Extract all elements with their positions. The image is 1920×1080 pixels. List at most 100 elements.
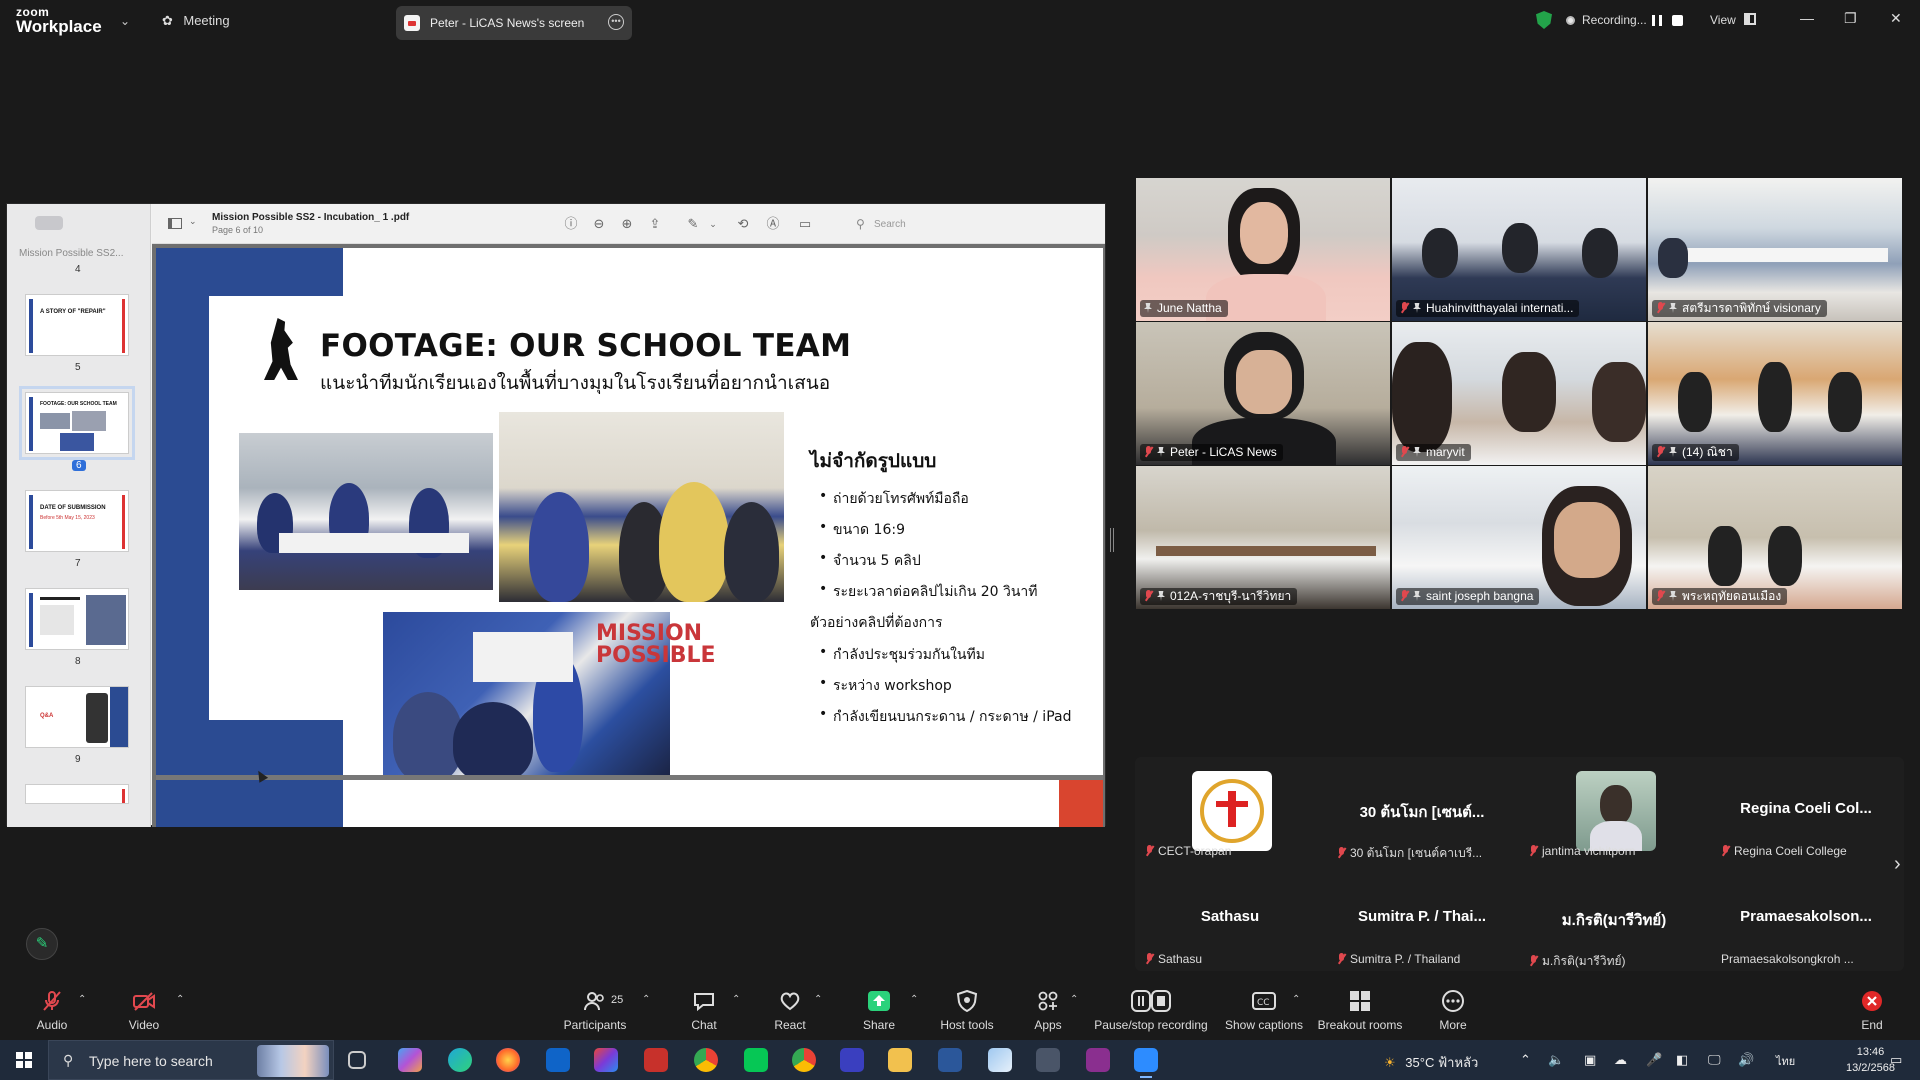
calculator-icon[interactable] <box>1036 1048 1060 1072</box>
word-icon[interactable] <box>938 1048 962 1072</box>
markup-pen-icon[interactable]: ✎ <box>684 215 702 233</box>
audio-options-caret[interactable]: ⌃ <box>72 980 96 1036</box>
form-icon[interactable]: ▭ <box>796 215 814 233</box>
rotate-icon[interactable]: ⟲ <box>734 215 752 233</box>
video-tile[interactable]: maryvit <box>1392 322 1646 465</box>
firefox-icon[interactable] <box>496 1048 520 1072</box>
video-tile[interactable]: saint joseph bangna <box>1392 466 1646 609</box>
video-tile[interactable]: June Nattha <box>1136 178 1390 321</box>
apps-options-caret[interactable]: ⌃ <box>1064 980 1088 1036</box>
sidebar-toggle-button[interactable] <box>35 216 63 230</box>
taskbar-search-input[interactable]: ⚲ Type here to search <box>48 1040 334 1080</box>
pdf-page-area[interactable]: FOOTAGE: OUR SCHOOL TEAM แนะนำทีมนักเรีย… <box>152 244 1105 827</box>
view-layout-icon[interactable] <box>1744 13 1756 25</box>
zoom-out-icon[interactable]: ⊖ <box>590 215 608 233</box>
stop-recording-icon[interactable] <box>1672 15 1683 26</box>
video-tile[interactable]: Huahinvitthayalai internati... <box>1392 178 1646 321</box>
notifications-icon[interactable]: ▭ <box>1890 1052 1902 1068</box>
page-thumbnail-10[interactable] <box>25 784 129 804</box>
search-highlight-art <box>257 1045 329 1077</box>
participant-tile[interactable]: jantima vichitporn <box>1519 757 1709 861</box>
edge-browser-icon[interactable] <box>448 1048 472 1072</box>
onedrive-icon[interactable]: ☁ <box>1614 1052 1627 1068</box>
chevron-down-icon[interactable]: ⌄ <box>704 215 722 233</box>
participants-button[interactable]: 25 Participants <box>545 980 645 1036</box>
breakout-rooms-button[interactable]: Breakout rooms <box>1310 980 1410 1036</box>
app-g-icon[interactable] <box>1086 1048 1110 1072</box>
mission-text-line2: POSSIBLE <box>596 643 716 668</box>
sidebar-doc-title: Mission Possible SS2... <box>19 248 124 259</box>
input-language[interactable]: ไทย <box>1776 1052 1795 1070</box>
pause-stop-recording-button[interactable]: Pause/stop recording <box>1089 980 1213 1036</box>
participant-tile[interactable]: ม.กิรติ(มารีวิทย์) ม.กิรติ(มารีวิทย์) <box>1519 865 1709 969</box>
video-tile[interactable]: สตรีมารดาพิทักษ์ visionary <box>1648 178 1902 321</box>
chevron-down-icon[interactable]: ⌄ <box>120 14 130 28</box>
meeting-controls: Audio ⌃ Video ⌃ 25 Participants ⌃ Chat ⌃… <box>0 980 1920 1036</box>
minimize-icon[interactable]: — <box>1800 10 1814 26</box>
copilot-icon[interactable] <box>398 1048 422 1072</box>
file-explorer-icon[interactable] <box>888 1048 912 1072</box>
chrome-icon[interactable] <box>694 1048 718 1072</box>
participant-tile[interactable]: Sumitra P. / Thai... Sumitra P. / Thaila… <box>1327 865 1517 969</box>
participant-tile[interactable]: Regina Coeli Col... Regina Coeli College <box>1711 757 1901 861</box>
participant-tile[interactable]: 30 ต้นโมก [เซนต์... 30 ต้นโมก [เซนต์คาเบ… <box>1327 757 1517 861</box>
volume-icon[interactable]: 🔈 <box>1548 1052 1564 1068</box>
end-meeting-button[interactable]: End <box>1822 980 1920 1036</box>
encryption-shield-icon[interactable] <box>1536 11 1552 29</box>
page-thumbnail-5[interactable]: A STORY OF "REPAIR" <box>25 294 129 356</box>
meeting-menu[interactable]: ✿ Meeting <box>162 12 230 30</box>
video-options-caret[interactable]: ⌃ <box>170 980 194 1036</box>
weather-widget[interactable]: ☀ 35°C ฟ้าหลัว <box>1384 1052 1478 1073</box>
line-app-icon[interactable] <box>744 1048 768 1072</box>
participant-tile[interactable]: Sathasu Sathasu <box>1135 865 1325 969</box>
share-icon[interactable]: ⇪ <box>646 215 664 233</box>
more-dots-icon <box>1442 990 1464 1012</box>
zoom-app-icon[interactable] <box>1134 1048 1158 1078</box>
pdf-search-input[interactable]: Search <box>852 214 1092 236</box>
notepad-icon[interactable] <box>988 1048 1012 1072</box>
chrome-profile-icon[interactable] <box>792 1048 816 1072</box>
resize-splitter[interactable] <box>1110 528 1114 552</box>
page-thumbnail-9[interactable]: Q&A <box>25 686 129 748</box>
microphone-tray-icon[interactable]: 🎤 <box>1646 1052 1662 1068</box>
windows-start-icon[interactable] <box>16 1052 32 1068</box>
speaker-icon[interactable]: 🔊 <box>1738 1052 1754 1068</box>
webex-icon[interactable] <box>840 1048 864 1072</box>
outlook-icon[interactable] <box>546 1048 570 1072</box>
chevron-down-icon[interactable]: ⌄ <box>189 216 197 227</box>
close-icon[interactable]: ✕ <box>1890 10 1902 27</box>
captions-options-caret[interactable]: ⌃ <box>1286 980 1310 1036</box>
participant-tile[interactable]: Pramaesakolson... Pramaesakolsongkroh ..… <box>1711 865 1901 969</box>
info-icon[interactable]: ⓘ <box>562 215 580 233</box>
screen-share-pill[interactable]: Peter - LiCAS News's screen ••• <box>396 6 632 40</box>
teams-tray-icon[interactable]: ▣ <box>1584 1052 1596 1068</box>
more-options-icon[interactable]: ••• <box>608 14 624 30</box>
thumb-text: FOOTAGE: OUR SCHOOL TEAM <box>40 401 117 407</box>
acrobat-icon[interactable] <box>644 1048 668 1072</box>
next-page-arrow-icon[interactable]: › <box>1894 853 1901 876</box>
system-clock[interactable]: 13:46 13/2/2568 <box>1846 1044 1895 1076</box>
tray-chevron-up-icon[interactable]: ⌃ <box>1520 1052 1531 1068</box>
security-tray-icon[interactable]: ◧ <box>1676 1052 1688 1068</box>
annotate-pencil-icon[interactable]: ✎ <box>26 928 58 960</box>
video-tile[interactable]: Peter - LiCAS News <box>1136 322 1390 465</box>
page-thumbnail-6[interactable]: FOOTAGE: OUR SCHOOL TEAM <box>19 386 135 460</box>
pdf-file-title: Mission Possible SS2 - Incubation_ 1 .pd… <box>212 212 410 223</box>
restore-icon[interactable]: ❐ <box>1844 10 1857 27</box>
pause-recording-icon[interactable] <box>1652 15 1662 26</box>
sidebar-icon[interactable] <box>168 218 182 229</box>
video-tile[interactable]: พระหฤทัยดอนเมือง <box>1648 466 1902 609</box>
annotate-icon[interactable]: Ⓐ <box>764 215 782 233</box>
participant-tile[interactable]: CECT-orapan <box>1135 757 1325 861</box>
zoom-in-icon[interactable]: ⊕ <box>618 215 636 233</box>
more-button[interactable]: More <box>1403 980 1503 1036</box>
microsoft-365-icon[interactable] <box>594 1048 618 1072</box>
video-tile[interactable]: 012A-ราชบุรี-นารีวิทยา <box>1136 466 1390 609</box>
video-tile[interactable]: (14) ณิชา <box>1648 322 1902 465</box>
page-thumbnail-8[interactable] <box>25 588 129 650</box>
page-thumbnail-7[interactable]: DATE OF SUBMISSION Before 5th May 15, 20… <box>25 490 129 552</box>
task-view-icon[interactable] <box>348 1051 366 1069</box>
view-button[interactable]: View <box>1710 13 1736 27</box>
avatar <box>1192 771 1272 851</box>
network-icon[interactable]: 🖵 <box>1708 1052 1721 1068</box>
